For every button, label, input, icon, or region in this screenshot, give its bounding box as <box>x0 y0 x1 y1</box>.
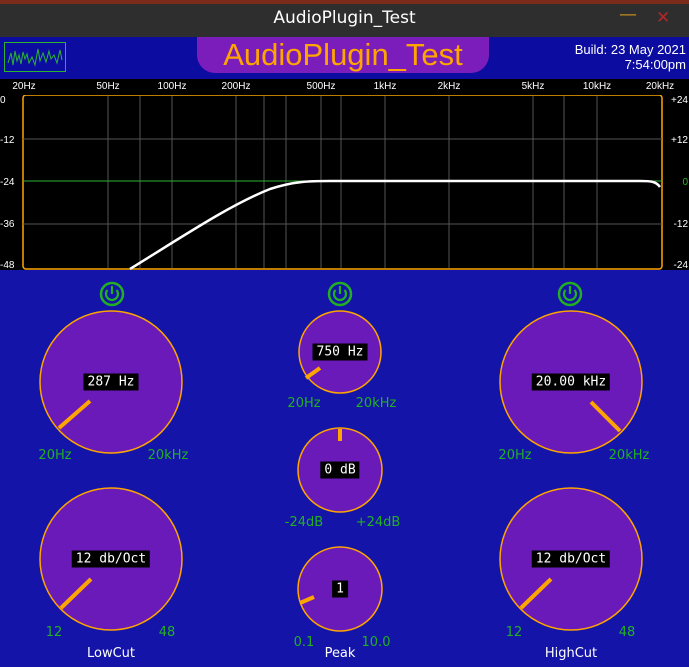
peak-gain-max: +24dB <box>355 515 401 530</box>
highcut-freq-max: 20kHz <box>608 448 650 463</box>
plugin-header: AudioPlugin_Test Build: 23 May 2021 7:54… <box>0 37 689 79</box>
freq-label: 1kHz <box>373 81 397 92</box>
window-title: AudioPlugin_Test <box>273 8 416 28</box>
window-titlebar[interactable]: AudioPlugin_Test — ✕ <box>0 0 689 37</box>
minimize-icon[interactable]: — <box>619 4 637 25</box>
highcut-freq-min: 20Hz <box>498 448 532 463</box>
lowcut-freq-min: 20Hz <box>38 448 72 463</box>
plugin-name: AudioPlugin_Test <box>223 37 463 72</box>
lowcut-slope-min: 12 <box>45 625 63 640</box>
freq-label: 2kHz <box>437 81 461 92</box>
freq-label: 200Hz <box>221 81 251 92</box>
freq-label: 20kHz <box>645 81 675 92</box>
build-date: Build: 23 May 2021 <box>574 42 686 57</box>
highcut-label: HighCut <box>544 646 598 661</box>
db-label-left: 0 <box>0 95 6 106</box>
peak-freq-max: 20kHz <box>355 396 397 411</box>
highcut-bypass-button[interactable] <box>557 281 583 307</box>
db-label-right: +24 <box>671 95 688 106</box>
db-label-right: 0 <box>682 177 688 188</box>
freq-label: 5kHz <box>521 81 545 92</box>
close-icon[interactable]: ✕ <box>656 8 670 28</box>
highcut-freq-value: 20.00 kHz <box>531 373 611 391</box>
build-time: 7:54:00pm <box>624 57 686 72</box>
lowcut-label: LowCut <box>86 646 136 661</box>
build-info: Build: 23 May 2021 7:54:00pm <box>575 42 686 72</box>
db-label-left: -24 <box>0 177 15 188</box>
peak-gain-min: -24dB <box>284 515 324 530</box>
peak-freq-min: 20Hz <box>287 396 321 411</box>
lowcut-bypass-button[interactable] <box>99 281 125 307</box>
peak-q-min: 0.1 <box>293 635 315 650</box>
freq-label: 100Hz <box>157 81 187 92</box>
db-label-right: -24 <box>674 260 689 270</box>
db-label-left: -12 <box>0 135 15 146</box>
freq-label: 500Hz <box>306 81 336 92</box>
lowcut-freq-max: 20kHz <box>147 448 189 463</box>
highcut-slope-value: 12 db/Oct <box>531 550 611 568</box>
peak-gain-value: 0 dB <box>320 461 360 479</box>
db-label-right: -12 <box>674 219 689 230</box>
titlebar-strip <box>0 0 689 4</box>
response-curve-display[interactable]: 0 -12 -24 -36 -48 +24 +12 0 -12 -24 <box>0 95 689 270</box>
peak-bypass-button[interactable] <box>327 281 353 307</box>
highcut-slope-min: 12 <box>505 625 523 640</box>
lowcut-freq-value: 287 Hz <box>83 373 139 391</box>
peak-label: Peak <box>324 646 356 661</box>
plugin-name-banner: AudioPlugin_Test <box>197 37 489 73</box>
lowcut-slope-value: 12 db/Oct <box>71 550 151 568</box>
freq-label: 20Hz <box>12 81 36 92</box>
db-label-right: +12 <box>671 135 688 146</box>
peak-q-value: 1 <box>332 580 348 598</box>
waveform-logo-icon <box>4 42 66 72</box>
peak-q-max: 10.0 <box>361 635 391 650</box>
db-label-left: -36 <box>0 219 15 230</box>
freq-label: 10kHz <box>582 81 612 92</box>
db-label-left: -48 <box>0 260 15 270</box>
freq-label: 50Hz <box>96 81 120 92</box>
lowcut-slope-max: 48 <box>158 625 176 640</box>
frequency-axis: 20Hz 50Hz 100Hz 200Hz 500Hz 1kHz 2kHz 5k… <box>0 79 689 95</box>
highcut-slope-max: 48 <box>618 625 636 640</box>
peak-freq-value: 750 Hz <box>312 343 368 361</box>
